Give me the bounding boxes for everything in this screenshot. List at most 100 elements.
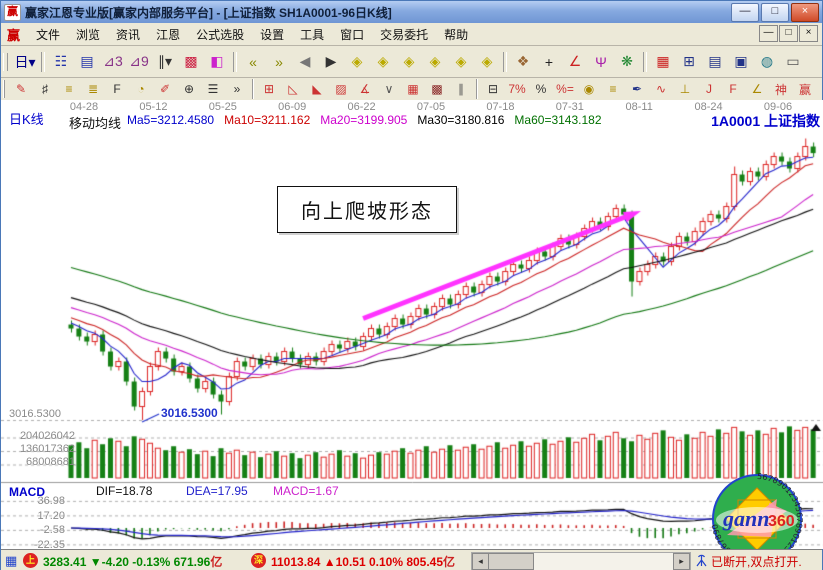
gold-underline-icon[interactable]: ⊥ xyxy=(673,80,697,99)
gann-wheel-hsplit-icon[interactable]: ◈ xyxy=(396,50,422,74)
shenzhen-index-quote[interactable]: 11013.84 ▲10.51 0.10% 805.45亿 xyxy=(271,553,455,570)
chart-horizontal-scrollbar[interactable]: ◂ ▸ xyxy=(471,552,691,570)
angle-si-icon[interactable]: 四 xyxy=(817,80,823,99)
child-close-button[interactable]: × xyxy=(799,25,818,42)
chip-distribution-icon[interactable]: ▩ xyxy=(178,50,204,74)
stats-box-icon[interactable]: ⊟ xyxy=(481,80,505,99)
grid-view-icon[interactable]: ▦ xyxy=(5,553,17,569)
kline-chart-canvas[interactable] xyxy=(1,100,823,549)
smart-analysis-icon[interactable]: ❋ xyxy=(614,50,640,74)
wave-icon[interactable]: ∿ xyxy=(649,80,673,99)
calculator-icon[interactable]: ⊞ xyxy=(676,50,702,74)
toolbar-grip[interactable] xyxy=(3,80,5,98)
brush-tool-icon[interactable]: ✎ xyxy=(9,80,33,99)
pattern-annotation-box[interactable]: 向上爬坡形态 xyxy=(277,186,457,233)
v-lines-icon[interactable]: ∨ xyxy=(377,80,401,99)
menu-news[interactable]: 资讯 xyxy=(108,26,148,44)
gann-wheel-center-icon[interactable]: ◈ xyxy=(448,50,474,74)
angle-j-icon[interactable]: J xyxy=(697,80,721,99)
first-page-icon[interactable]: « xyxy=(240,50,266,74)
scroll-right-arrow[interactable]: ▸ xyxy=(673,553,690,570)
calendar-icon[interactable]: ▦ xyxy=(650,50,676,74)
gann-box-icon[interactable]: ⊞ xyxy=(257,80,281,99)
save-icon[interactable]: ▣ xyxy=(728,50,754,74)
low-point-annotation[interactable]: 3016.5300 xyxy=(161,406,218,420)
last-page-icon[interactable]: » xyxy=(266,50,292,74)
parallel-lines-icon[interactable]: ∥ xyxy=(449,80,473,99)
menu-formula-picker[interactable]: 公式选股 xyxy=(188,26,252,44)
grid-icon[interactable]: ▦ xyxy=(401,80,425,99)
connection-status[interactable]: 已断开,双点打开. xyxy=(711,553,802,570)
golden-section-v-icon[interactable]: ≣ xyxy=(81,80,105,99)
percent-icon[interactable]: % xyxy=(529,80,553,99)
gann-fan-grid-icon[interactable]: ▨ xyxy=(329,80,353,99)
prev-bar-icon[interactable]: ◀ xyxy=(292,50,318,74)
ma-value-label: Ma10=3211.162 xyxy=(224,113,310,127)
gann-ruler-icon[interactable]: ♯ xyxy=(33,80,57,99)
candle-style-icon[interactable]: ∥▾ xyxy=(152,50,178,74)
shenzhen-index-icon[interactable]: 深 xyxy=(251,553,266,568)
shanghai-index-icon[interactable]: 上 xyxy=(23,553,38,568)
notes-icon[interactable]: ▤ xyxy=(702,50,728,74)
angle-gold-icon[interactable]: ∠ xyxy=(745,80,769,99)
minimize-button[interactable]: — xyxy=(731,3,759,22)
print-icon[interactable]: ▭ xyxy=(780,50,806,74)
gann-fan-icon[interactable]: ◺ xyxy=(281,80,305,99)
ma-value-label: Ma20=3199.905 xyxy=(320,113,407,127)
angle-tool-icon[interactable]: ∠ xyxy=(562,50,588,74)
gann-shape-tool-icon[interactable]: Ψ xyxy=(588,50,614,74)
gann-wheel-right-icon[interactable]: ◈ xyxy=(370,50,396,74)
volume-profile-icon[interactable]: ◧ xyxy=(204,50,230,74)
gold-lines-icon[interactable]: ≡ xyxy=(601,80,625,99)
percent-lines-icon[interactable]: %= xyxy=(553,80,577,99)
toolbar-separator xyxy=(476,79,478,99)
menu-window[interactable]: 窗口 xyxy=(332,26,372,44)
child-restore-button[interactable]: □ xyxy=(779,25,798,42)
more-tools-icon[interactable]: » xyxy=(225,80,249,99)
chart-3min-icon[interactable]: ⊿3 xyxy=(100,50,126,74)
golden-section-h-icon[interactable]: ≡ xyxy=(57,80,81,99)
pencil-angle-icon[interactable]: ✐ xyxy=(153,80,177,99)
close-button[interactable]: × xyxy=(791,3,819,22)
title-bar[interactable]: 赢 赢家江恩专业版[赢家内部服务平台] - [上证指数 SH1A0001-96日… xyxy=(1,1,822,23)
scroll-thumb[interactable] xyxy=(488,553,534,570)
scroll-left-arrow[interactable]: ◂ xyxy=(472,553,489,570)
toolbar-grip[interactable] xyxy=(3,53,8,71)
candle-edit-icon[interactable]: ✒ xyxy=(625,80,649,99)
menu-settings[interactable]: 设置 xyxy=(252,26,292,44)
trend-overlay-icon[interactable]: ☷ xyxy=(48,50,74,74)
fibonacci-icon[interactable]: F xyxy=(105,80,129,99)
menu-trade[interactable]: 交易委托 xyxy=(372,26,436,44)
shanghai-index-quote[interactable]: 3283.41 ▼-4.20 -0.13% 671.96亿 xyxy=(43,553,222,570)
menu-gann[interactable]: 江恩 xyxy=(148,26,188,44)
menu-tools[interactable]: 工具 xyxy=(292,26,332,44)
gann-wheel-left-icon[interactable]: ◈ xyxy=(344,50,370,74)
percent-7-icon[interactable]: 7% xyxy=(505,80,529,99)
gann-wheel-vsplit-icon[interactable]: ◈ xyxy=(422,50,448,74)
window-title: 赢家江恩专业版[赢家内部服务平台] - [上证指数 SH1A0001-96日K线… xyxy=(25,4,392,21)
angle-f-icon[interactable]: F xyxy=(721,80,745,99)
angle-shen-icon[interactable]: 神 xyxy=(769,80,793,99)
next-bar-icon[interactable]: ▶ xyxy=(318,50,344,74)
f10-info-icon[interactable]: ▤ xyxy=(74,50,100,74)
web-export-icon[interactable]: ◍ xyxy=(754,50,780,74)
menu-browse[interactable]: 浏览 xyxy=(68,26,108,44)
crosshair-tool-icon[interactable]: + xyxy=(536,50,562,74)
maximize-button[interactable]: □ xyxy=(761,3,789,22)
menu-help[interactable]: 帮助 xyxy=(436,26,476,44)
chart-9min-icon[interactable]: ⊿9 xyxy=(126,50,152,74)
time-ruler-icon[interactable]: ☰ xyxy=(201,80,225,99)
hand-tool-icon[interactable]: ❖ xyxy=(510,50,536,74)
spiral-icon[interactable]: ◔ xyxy=(129,80,153,99)
angle-set-icon[interactable]: ∡ xyxy=(353,80,377,99)
kline-period-icon[interactable]: 日▾ xyxy=(12,50,38,74)
gann-wheel-free-icon[interactable]: ◈ xyxy=(474,50,500,74)
child-minimize-button[interactable]: — xyxy=(759,25,778,42)
grid-dense-icon[interactable]: ▩ xyxy=(425,80,449,99)
angle-ying-icon[interactable]: 赢 xyxy=(793,80,817,99)
menu-file[interactable]: 文件 xyxy=(28,26,68,44)
time-cycle-icon[interactable]: ⊕ xyxy=(177,80,201,99)
gold-circle-icon[interactable]: ◉ xyxy=(577,80,601,99)
gann-fan-filled-icon[interactable]: ◣ xyxy=(305,80,329,99)
macd-axis-label: 17.20 xyxy=(25,510,65,522)
